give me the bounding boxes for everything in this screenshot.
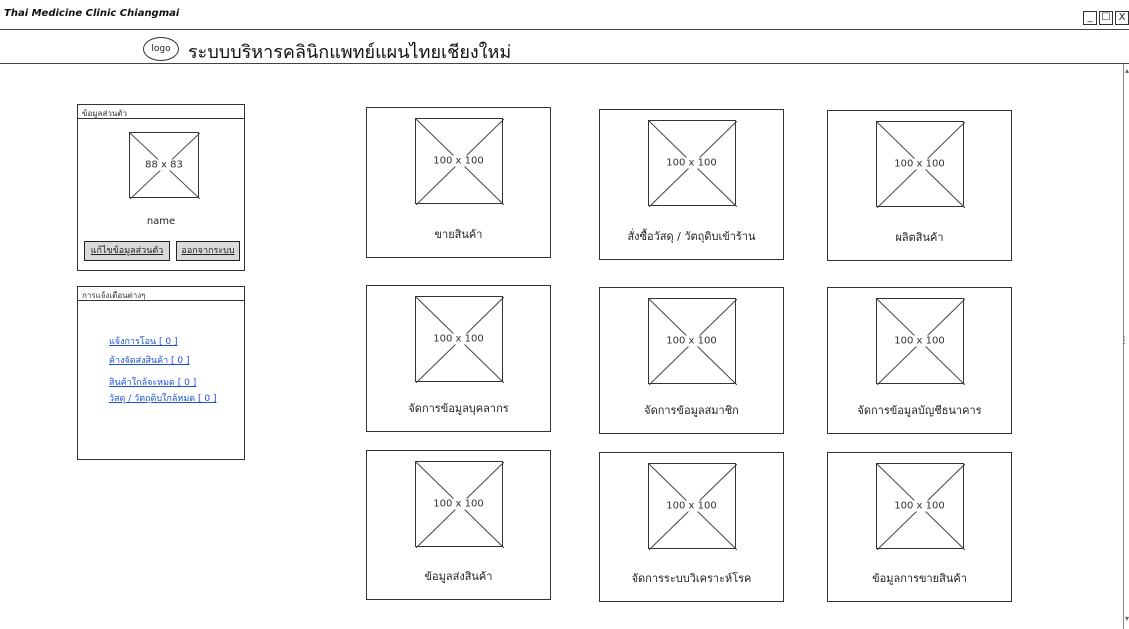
manage-members-label: จัดการข้อมูลสมาชิก	[644, 404, 739, 417]
notifications-panel-header: การแจ้งเตือนต่างๆ	[78, 287, 244, 301]
profile-panel: ข้อมูลส่วนตัว 88 x 83 name แก้ไขข้อมูลส่…	[77, 104, 245, 271]
notification-low-stock-link[interactable]: สินค้าใกล้จะหมด [ 0 ]	[109, 375, 196, 389]
manage-staff-label: จัดการข้อมูลบุคลากร	[408, 402, 509, 415]
notification-transfer-link[interactable]: แจ้งการโอน [ 0 ]	[109, 334, 178, 348]
image-size-label: 100 x 100	[893, 500, 946, 512]
edit-profile-button[interactable]: แก้ไขข้อมูลส่วนตัว	[84, 241, 170, 261]
disease-analysis-image: 100 x 100	[647, 463, 737, 550]
minimize-button[interactable]: _	[1083, 11, 1097, 25]
sales-info-image: 100 x 100	[875, 463, 965, 550]
avatar-size-label: 88 x 83	[144, 159, 184, 171]
produce-products-label: ผลิตสินค้า	[895, 231, 944, 244]
menu-card-disease-analysis[interactable]: 100 x 100 จัดการระบบวิเคราะห์โรค	[599, 452, 784, 602]
order-materials-label: สั่งซื้อวัสดุ / วัตถุดิบเข้าร้าน	[627, 230, 756, 243]
window-titlebar: Thai Medicine Clinic Chiangmai _ ☐ X	[0, 0, 1129, 30]
menu-card-sell-products[interactable]: 100 x 100 ขายสินค้า	[366, 107, 551, 258]
logo[interactable]: logo	[143, 37, 179, 61]
shipping-info-image: 100 x 100	[414, 461, 504, 548]
notification-pending-delivery-link[interactable]: ค้างจัดส่งสินค้า [ 0 ]	[109, 353, 190, 367]
notification-low-material-link[interactable]: วัสดุ / วัตถุดิบใกล้หมด [ 0 ]	[109, 391, 216, 405]
disease-analysis-label: จัดการระบบวิเคราะห์โรค	[631, 572, 752, 585]
image-size-label: 100 x 100	[665, 335, 718, 347]
app-header: logo ระบบบริหารคลินิกแพทย์แผนไทยเชียงใหม…	[0, 30, 1129, 64]
image-size-label: 100 x 100	[432, 155, 485, 167]
manage-members-image: 100 x 100	[647, 298, 737, 385]
image-size-label: 100 x 100	[893, 158, 946, 170]
order-materials-image: 100 x 100	[647, 120, 737, 207]
close-button[interactable]: X	[1115, 11, 1129, 25]
menu-card-manage-bank-accounts[interactable]: 100 x 100 จัดการข้อมูลบัญชีธนาคาร	[827, 287, 1012, 434]
window-controls: _ ☐ X	[1083, 11, 1129, 25]
notifications-panel: การแจ้งเตือนต่างๆ แจ้งการโอน [ 0 ] ค้างจ…	[77, 286, 245, 460]
image-size-label: 100 x 100	[665, 157, 718, 169]
logout-button[interactable]: ออกจากระบบ	[176, 241, 240, 261]
scroll-down-icon[interactable]: ▾	[1125, 614, 1129, 623]
profile-panel-header: ข้อมูลส่วนตัว	[78, 105, 244, 119]
manage-bank-accounts-image: 100 x 100	[875, 298, 965, 385]
vertical-scrollbar[interactable]	[1123, 64, 1129, 629]
profile-name: name	[146, 216, 176, 227]
image-size-label: 100 x 100	[665, 500, 718, 512]
sales-info-label: ข้อมูลการขายสินค้า	[872, 572, 967, 585]
shipping-info-label: ข้อมูลส่งสินค้า	[424, 570, 493, 583]
menu-card-produce-products[interactable]: 100 x 100 ผลิตสินค้า	[827, 110, 1012, 261]
menu-card-manage-staff[interactable]: 100 x 100 จัดการข้อมูลบุคลากร	[366, 285, 551, 432]
menu-card-manage-members[interactable]: 100 x 100 จัดการข้อมูลสมาชิก	[599, 287, 784, 434]
sell-products-image: 100 x 100	[414, 118, 504, 205]
produce-products-image: 100 x 100	[875, 121, 965, 208]
manage-staff-image: 100 x 100	[414, 296, 504, 383]
page-title: ระบบบริหารคลินิกแพทย์แผนไทยเชียงใหม่	[188, 42, 512, 63]
scroll-thumb-icon[interactable]: ⋮	[1120, 336, 1129, 346]
menu-card-order-materials[interactable]: 100 x 100 สั่งซื้อวัสดุ / วัตถุดิบเข้าร้…	[599, 109, 784, 260]
menu-card-shipping-info[interactable]: 100 x 100 ข้อมูลส่งสินค้า	[366, 450, 551, 600]
maximize-button[interactable]: ☐	[1099, 11, 1113, 25]
manage-bank-accounts-label: จัดการข้อมูลบัญชีธนาคาร	[857, 404, 982, 417]
avatar: 88 x 83	[129, 132, 200, 199]
image-size-label: 100 x 100	[432, 498, 485, 510]
window-title: Thai Medicine Clinic Chiangmai	[4, 8, 180, 19]
image-size-label: 100 x 100	[432, 333, 485, 345]
scroll-up-icon[interactable]: ▴	[1125, 66, 1129, 75]
menu-card-sales-info[interactable]: 100 x 100 ข้อมูลการขายสินค้า	[827, 452, 1012, 602]
image-size-label: 100 x 100	[893, 335, 946, 347]
sell-products-label: ขายสินค้า	[434, 228, 483, 241]
